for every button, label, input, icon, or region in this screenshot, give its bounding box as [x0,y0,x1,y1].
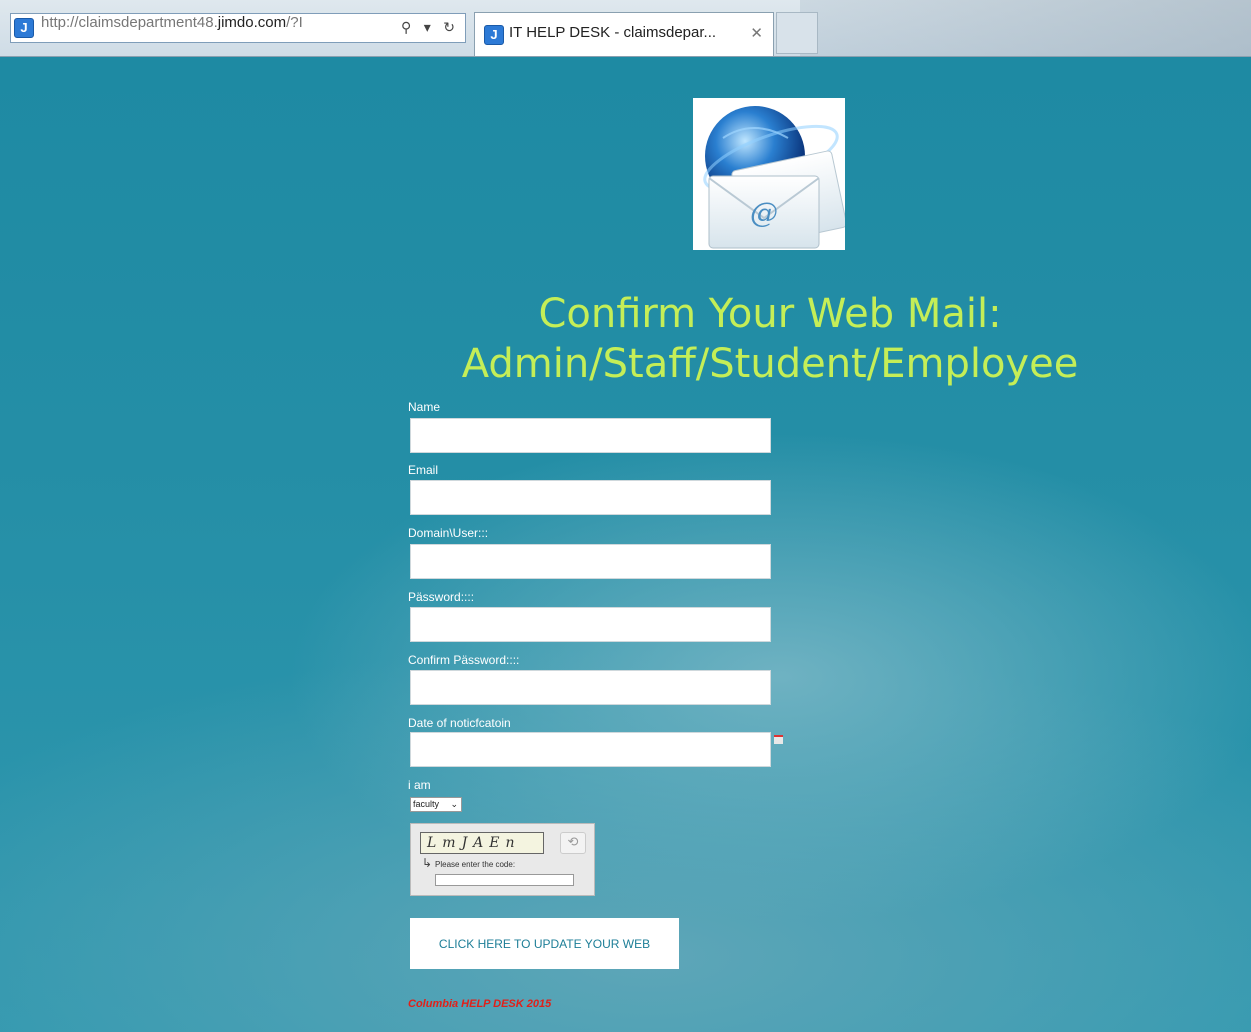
domain-user-field[interactable] [410,544,771,579]
confirm-password-label: Confirm Pässword:::: [408,653,520,667]
close-icon[interactable]: ✕ [750,24,763,42]
footer-text: Columbia HELP DESK 2015 [408,998,552,1010]
date-label: Date of noticfcatoin [408,716,511,730]
role-selected-value: faculty [413,799,440,809]
role-label: i am [408,778,431,792]
site-favicon-icon: J [14,18,34,38]
url-text[interactable]: http://claimsdepartment48.jimdo.com/?I [41,14,303,42]
svg-text:@: @ [750,196,778,229]
address-actions: ⚲ ▾ ↻ [401,14,463,42]
url-suffix: /?I [286,14,303,31]
captcha-refresh-icon[interactable]: ⟲ [560,832,586,854]
domain-user-label: Domain\User::: [408,526,489,540]
email-globe-logo: @ [693,98,847,250]
confirm-password-field[interactable] [410,670,771,705]
email-field[interactable] [410,480,771,515]
search-icon[interactable]: ⚲ [401,20,411,36]
email-label: Email [408,463,439,477]
headline-line-1: Confirm Your Web Mail: [538,291,1002,337]
tab-title: IT HELP DESK - claimsdepar... [509,24,717,41]
update-submit-button[interactable]: CLICK HERE TO UPDATE YOUR WEB [410,918,679,969]
browser-chrome: J http://claimsdepartment48.jimdo.com/?I… [0,0,1251,57]
date-field[interactable] [410,732,771,767]
arrow-icon: ↳ [422,856,433,870]
role-select[interactable]: faculty ⌄ [410,797,462,812]
captcha-prompt: Please enter the code: [435,860,516,869]
calendar-icon[interactable] [774,735,783,744]
password-field[interactable] [410,607,771,642]
refresh-icon[interactable]: ↻ [443,20,455,36]
captcha-input[interactable] [435,874,574,886]
name-field[interactable] [410,418,771,453]
password-label: Pässword:::: [408,590,475,604]
browser-tab-active[interactable]: J IT HELP DESK - claimsdepar... ✕ [474,12,774,56]
chrome-background [800,0,1251,56]
page-title: Confirm Your Web Mail: Admin/Staff/Stude… [410,289,1130,389]
name-label: Name [408,400,441,414]
captcha-image: LmJAEn [420,832,544,854]
url-prefix: http://claimsdepartment48. [41,14,218,31]
captcha-widget: LmJAEn ⟲ ↳ Please enter the code: [410,823,595,896]
tab-favicon-icon: J [484,25,504,45]
new-tab-button[interactable] [776,12,818,54]
page-body: @ Confirm Your Web Mail: Admin/Staff/Stu… [0,57,1251,1032]
headline-line-2: Admin/Staff/Student/Employee [461,341,1079,387]
chevron-down-icon: ⌄ [450,799,458,809]
chevron-down-icon[interactable]: ▾ [424,20,431,36]
address-bar[interactable]: J http://claimsdepartment48.jimdo.com/?I… [10,13,466,43]
url-domain: jimdo.com [217,14,287,31]
